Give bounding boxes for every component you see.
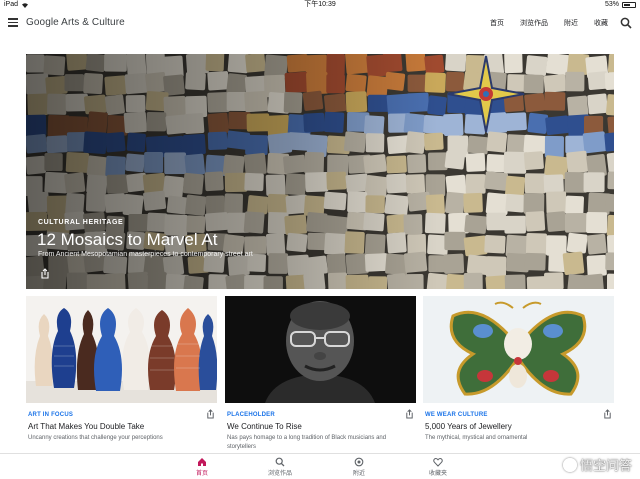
bottom-nav-nearby[interactable]: 附近	[339, 457, 379, 477]
share-icon[interactable]	[405, 409, 414, 419]
nav-favorites[interactable]: 收藏	[594, 18, 608, 28]
status-bar: iPad 下午10:39 53%	[0, 0, 640, 10]
nav-nearby[interactable]: 附近	[564, 18, 578, 28]
card-kicker: WE WEAR CULTURE	[425, 412, 488, 418]
home-icon	[198, 458, 206, 466]
card-description: Uncanny creations that challenge your pe…	[28, 435, 163, 441]
card-kicker: PLACEHOLDER	[227, 412, 275, 418]
card-we-wear-culture[interactable]: WE WEAR CULTURE 5,000 Years of Jewellery…	[423, 296, 614, 456]
share-icon[interactable]	[603, 409, 612, 419]
watermark: 悟空问答	[562, 455, 632, 474]
card-title[interactable]: We Continue To Rise	[227, 422, 302, 431]
search-icon	[275, 457, 285, 467]
bottom-nav-favorites[interactable]: 收藏夹	[418, 457, 458, 477]
status-right: 53%	[605, 0, 636, 10]
battery-percent: 53%	[604, 1, 619, 8]
bottom-nav-label: 浏览作品	[267, 471, 292, 477]
watermark-text: 悟空问答	[579, 458, 632, 473]
nearby-icon	[354, 457, 364, 467]
app-header: Google Arts & Culture 首页 浏览作品 附近 收藏	[0, 10, 640, 36]
bottom-nav-label: 首页	[195, 471, 208, 477]
battery-icon	[622, 2, 636, 8]
share-icon[interactable]	[206, 409, 215, 419]
card-kicker: ART IN FOCUS	[28, 412, 74, 418]
brand-logo[interactable]: Google Arts & Culture	[26, 17, 125, 28]
hero-subtitle: From Ancient Mesopotamian masterpieces t…	[38, 251, 253, 258]
card-image-butterfly-brooch	[423, 296, 614, 403]
card-art-in-focus[interactable]: ART IN FOCUS Art That Makes You Double T…	[26, 296, 217, 456]
top-nav: 首页 浏览作品 附近 收藏	[490, 18, 608, 28]
bottom-nav: 首页 浏览作品 附近 收藏夹	[0, 453, 640, 479]
heart-icon	[433, 458, 443, 467]
hero-banner[interactable]: CULTURAL HERITAGE 12 Mosaics to Marvel A…	[26, 54, 614, 289]
card-description: The mythical, mystical and ornamental	[425, 435, 528, 441]
hero-kicker: CULTURAL HERITAGE	[38, 219, 124, 226]
card-image-vases	[26, 296, 217, 403]
watermark-logo-icon	[562, 457, 577, 472]
bottom-nav-label: 收藏夹	[428, 471, 447, 477]
card-title[interactable]: Art That Makes You Double Take	[28, 422, 144, 431]
share-icon[interactable]	[40, 268, 50, 279]
nav-home[interactable]: 首页	[490, 18, 504, 28]
bottom-nav-label: 附近	[352, 471, 365, 477]
card-image-portrait	[225, 296, 416, 403]
card-title[interactable]: 5,000 Years of Jewellery	[425, 422, 512, 431]
card-placeholder[interactable]: PLACEHOLDER We Continue To Rise Nas pays…	[225, 296, 416, 456]
menu-icon[interactable]	[8, 18, 18, 27]
status-time: 下午10:39	[304, 1, 336, 8]
hero-title[interactable]: 12 Mosaics to Marvel At	[37, 230, 217, 250]
card-description: Nas pays homage to a long tradition of B…	[227, 435, 387, 450]
bottom-nav-browse[interactable]: 浏览作品	[260, 457, 300, 477]
bottom-nav-home[interactable]: 首页	[182, 457, 222, 477]
nav-browse[interactable]: 浏览作品	[520, 18, 548, 28]
search-icon[interactable]	[620, 17, 632, 29]
